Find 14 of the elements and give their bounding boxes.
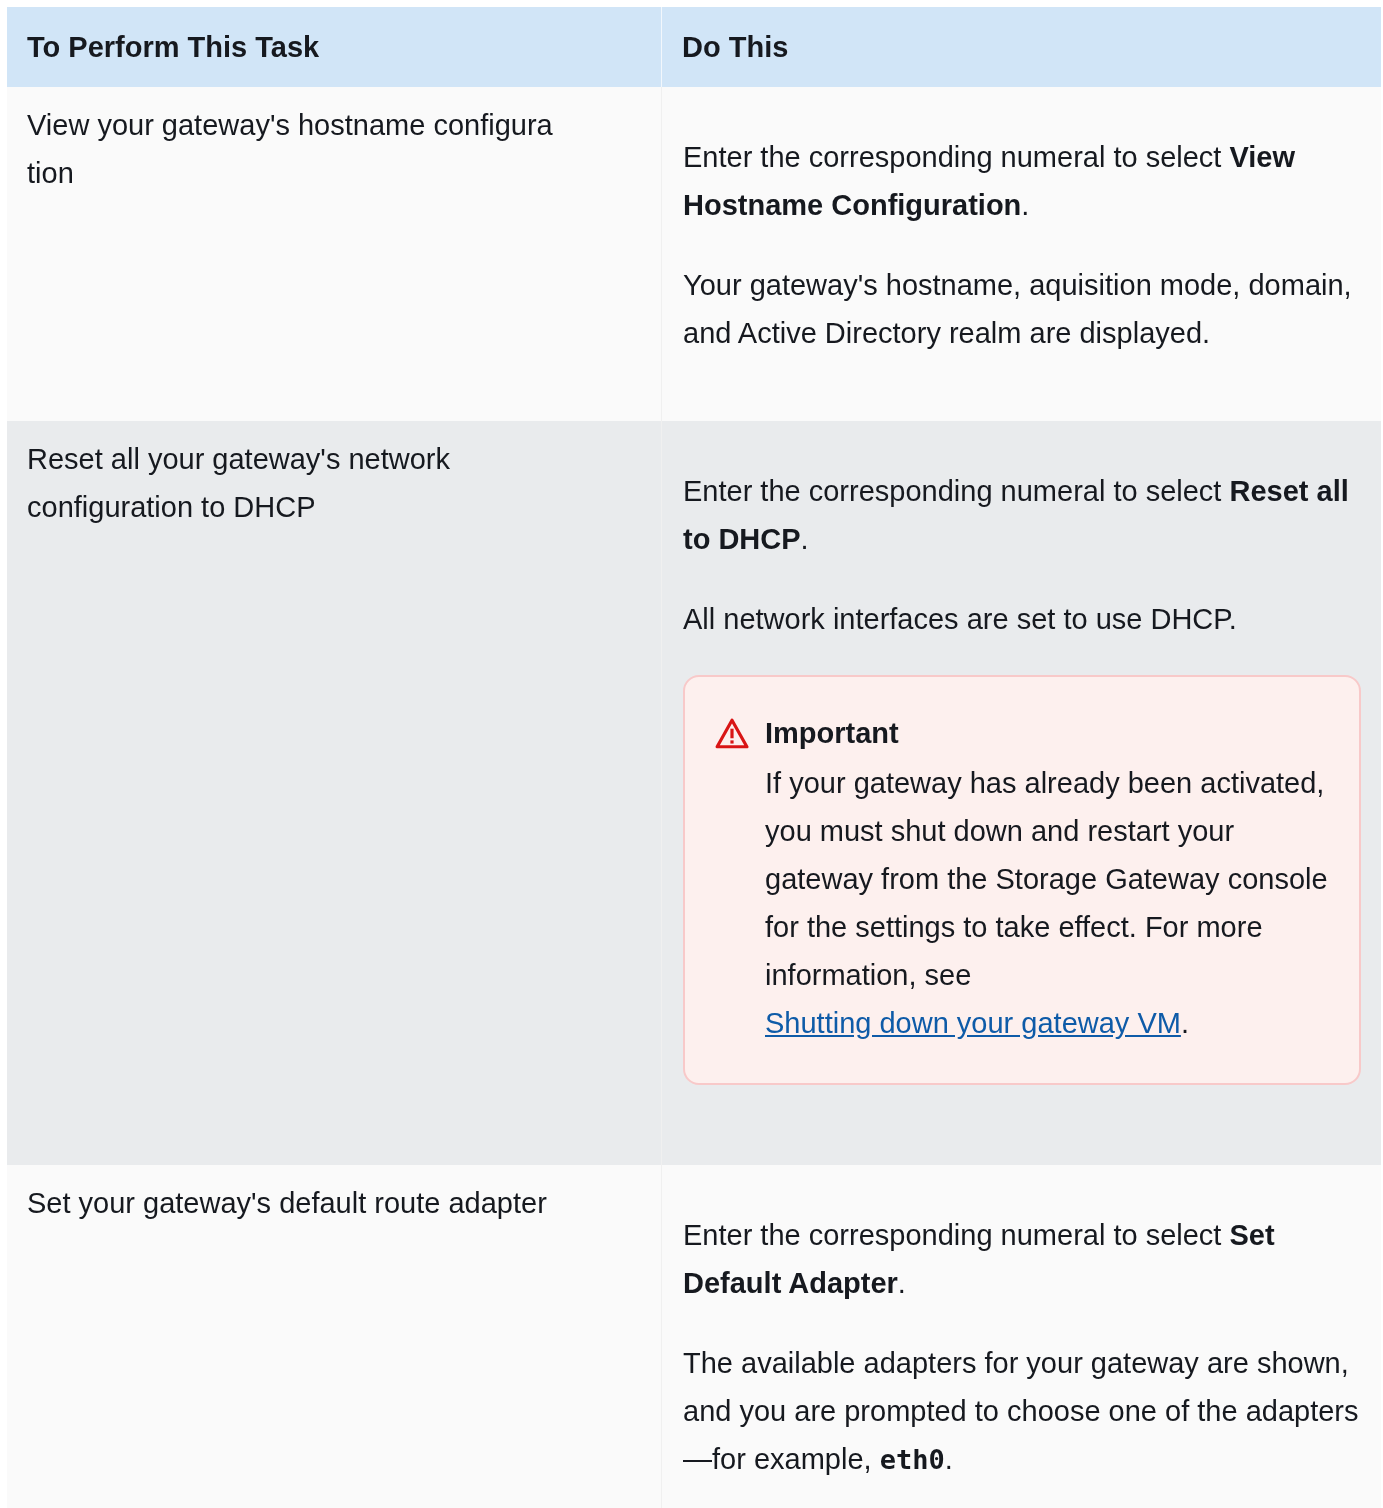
link[interactable]: Shutting down your gateway VM bbox=[765, 1007, 1181, 1039]
instruction-text: Enter the corresponding numeral to select View Hostname Configuration. bbox=[683, 140, 1297, 223]
alert-text: If your gateway has already been activated, you must shut down and restart your gateway from the Storage Gateway console for the settings to take effect. For more information, see Shutting down your gateway VM. bbox=[765, 766, 1329, 1041]
column-header: To Perform This Task bbox=[26, 29, 321, 65]
task-text: Set your gateway's default route adapter bbox=[27, 1186, 548, 1221]
alert-title: Important bbox=[765, 716, 900, 751]
instruction-text: All network interfaces are set to use DHCP. bbox=[683, 602, 1238, 637]
warning-icon bbox=[715, 717, 749, 751]
instruction-text: Enter the corresponding numeral to select Set Default Adapter. bbox=[683, 1218, 1276, 1301]
instruction-text: The available adapters for your gateway are shown, and you are prompted to choose one of the adapters—for example, eth0. bbox=[683, 1346, 1360, 1477]
task-text: Reset all your gateway's network configuration to DHCP bbox=[27, 442, 451, 525]
instruction-text: Enter the corresponding numeral to select Reset all to DHCP. bbox=[683, 474, 1350, 557]
task-text: View your gateway's hostname configura tion bbox=[27, 108, 554, 191]
instruction-text: Your gateway's hostname, aquisition mode, domain, and Active Directory realm are displayed. bbox=[683, 268, 1353, 351]
